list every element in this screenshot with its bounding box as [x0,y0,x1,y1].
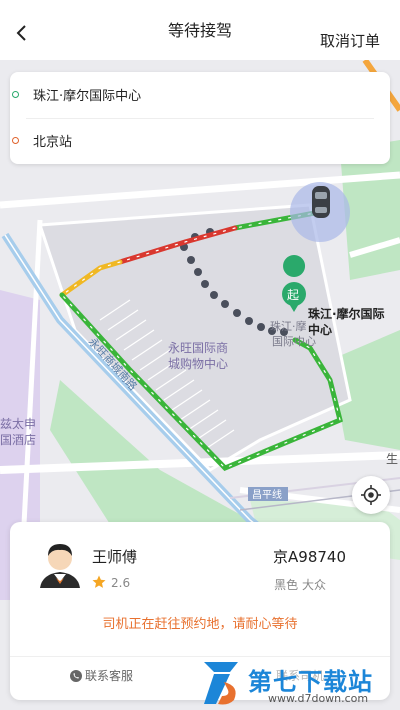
start-dot-icon [12,90,19,98]
watermark-logo-icon [204,662,238,705]
contact-service-label: 联系客服 [85,669,134,683]
cancel-order-button[interactable]: 取消订单 [320,30,380,51]
mall-label-line2: 城购物中心 [168,356,228,371]
address-divider [26,118,374,119]
contact-service-button[interactable]: 联系客服 [70,667,133,684]
hotel-label-line1: 兹太申 [0,416,36,431]
star-icon [92,575,106,588]
car-icon [312,186,330,218]
poi-label-line2: 国际中心 [272,335,316,348]
driver-name: 王师傅 [92,548,138,566]
pickup-marker-char: 起 [287,288,299,302]
driver-avatar-icon [40,544,80,588]
status-message: 司机正在赶往预约地，请耐心等待 [102,617,298,632]
start-address[interactable]: 珠江·摩尔国际中心 [12,81,141,107]
mall-label-line1: 永旺国际商 [168,340,228,355]
card-divider [10,656,390,657]
chevron-left-icon[interactable] [14,24,30,42]
page-title: 等待接驾 [167,21,232,40]
top-nav: 等待接驾 取消订单 [0,0,400,60]
watermark: 第七下载站 www.d7down.com [198,660,398,708]
end-address-label: 北京站 [33,134,73,150]
poi-label-line1: 珠江·摩 [270,319,307,333]
hotel-label-line2: 国酒店 [0,433,36,447]
street-fragment: 生 [386,452,398,466]
watermark-url: www.d7down.com [268,692,369,705]
car-description: 黑色 大众 [274,578,326,592]
end-address[interactable]: 北京站 [12,127,72,153]
driver-rating: 2.6 [111,576,131,590]
start-address-label: 珠江·摩尔国际中心 [33,88,142,104]
license-plate: 京A98740 [273,548,346,566]
locate-button[interactable] [352,476,390,514]
locate-crosshair-icon [361,485,381,505]
phone-icon [70,669,82,682]
pickup-label-line1: 珠江·摩尔国际 [308,306,385,321]
subway-label: 昌平线 [252,488,282,501]
end-dot-icon [12,136,19,144]
